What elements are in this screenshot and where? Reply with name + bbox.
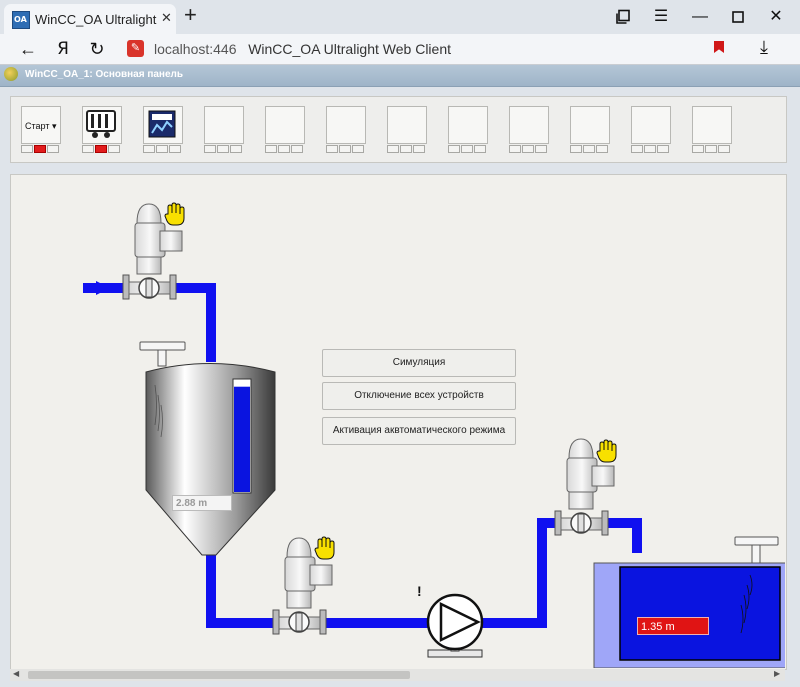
auto-mode-button[interactable]: Активация аквтоматического режима (322, 417, 516, 445)
scroll-right-icon[interactable]: ▶ (774, 669, 780, 678)
simulation-button[interactable]: Симуляция (322, 349, 516, 377)
inlet-pipe (83, 283, 216, 362)
pump[interactable] (426, 593, 484, 658)
hand-icon[interactable] (314, 536, 335, 560)
tank-1[interactable] (139, 341, 276, 556)
tank-2[interactable] (593, 536, 794, 668)
process-diagram (83, 202, 794, 668)
pump-alert-icon: ! (417, 583, 422, 599)
tank-1-level-fill (234, 386, 250, 492)
scrollbar-thumb[interactable] (28, 671, 410, 679)
tank-2-level-readout: 1.35 m (637, 617, 709, 635)
tank-2-level-fill (619, 566, 781, 661)
tank-1-level-readout: 2.88 m (172, 495, 232, 511)
hand-icon[interactable] (164, 202, 185, 226)
scroll-left-icon[interactable]: ◀ (13, 669, 19, 678)
hand-icon[interactable] (596, 439, 617, 463)
disable-all-devices-button[interactable]: Отключение всех устройств (322, 382, 516, 410)
